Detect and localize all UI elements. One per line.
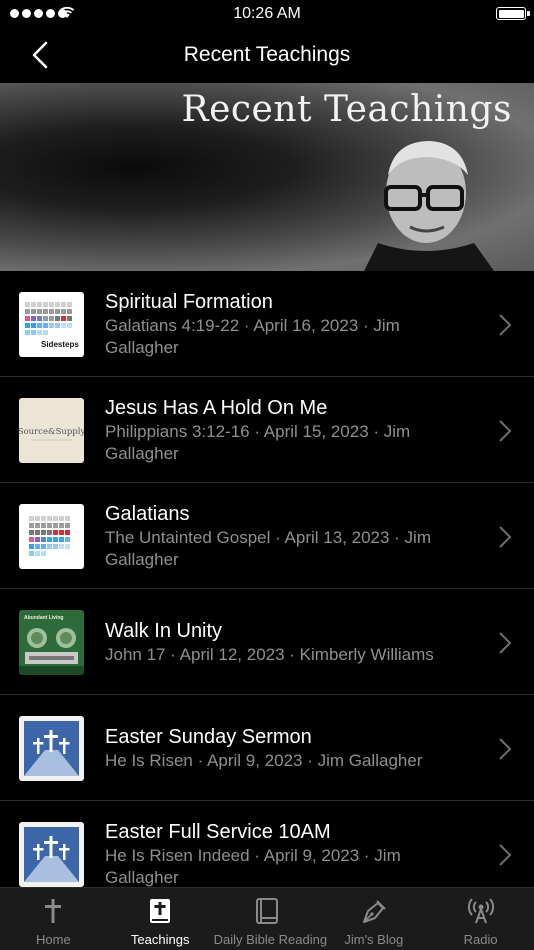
source-supply-graphic: Source&Supply: [19, 427, 84, 441]
list-item[interactable]: Galatians The Untainted Gospel · April 1…: [0, 483, 534, 589]
banner-title: Recent Teachings: [181, 89, 512, 130]
galatians-graphic: [29, 516, 70, 556]
chevron-right-icon: [499, 844, 512, 866]
item-subtitle: Philippians 3:12-16 · April 15, 2023 · J…: [105, 422, 411, 463]
item-title: Galatians: [105, 503, 190, 525]
abundant-living-graphic: Abundant Living: [19, 615, 84, 675]
item-title: Easter Full Service 10AM: [105, 821, 331, 843]
item-title: Walk In Unity: [105, 620, 223, 642]
list-item[interactable]: Easter Sunday Sermon He Is Risen · April…: [0, 695, 534, 801]
tab-bar: Home Teachings Daily Bible Reading Jim's…: [0, 887, 534, 950]
easter-artwork: [19, 716, 84, 781]
navigation-bar: Recent Teachings: [0, 28, 534, 83]
list-item[interactable]: Abundant Living Walk In Unity John 17 · …: [0, 589, 534, 695]
item-subtitle: Galatians 4:19-22 · April 16, 2023 · Jim…: [105, 316, 400, 357]
tab-radio[interactable]: Radio: [427, 888, 534, 950]
item-title: Easter Sunday Sermon: [105, 726, 312, 748]
item-subtitle: John 17 · April 12, 2023 · Kimberly Will…: [105, 645, 434, 664]
easter-crosses-graphic: [24, 827, 79, 882]
tab-daily-bible-reading[interactable]: Daily Bible Reading: [213, 888, 328, 950]
item-subtitle: The Untainted Gospel · April 13, 2023 · …: [105, 528, 431, 569]
item-title: Spiritual Formation: [105, 291, 273, 313]
pen-icon: [362, 900, 386, 923]
thumb-label: Source&Supply: [19, 427, 84, 437]
source-supply-artwork: Source&Supply: [19, 398, 84, 463]
chevron-right-icon: [499, 314, 512, 336]
tab-label: Teachings: [130, 932, 190, 947]
easter-artwork: [19, 822, 84, 887]
tab-label: Jim's Blog: [344, 932, 404, 947]
tab-home[interactable]: Home: [0, 888, 107, 950]
chevron-right-icon: [499, 738, 512, 760]
bible-icon: [150, 899, 171, 923]
speaker-portrait: [364, 141, 494, 271]
list-item[interactable]: Sidesteps Spiritual Formation Galatians …: [0, 271, 534, 377]
item-title: Jesus Has A Hold On Me: [105, 397, 328, 419]
easter-crosses-graphic: [24, 721, 79, 776]
book-icon: [255, 898, 278, 924]
list-item[interactable]: Source&Supply Jesus Has A Hold On Me Phi…: [0, 377, 534, 483]
teaching-list: Sidesteps Spiritual Formation Galatians …: [0, 271, 534, 887]
tab-label: Home: [36, 932, 71, 947]
galatians-artwork: [19, 504, 84, 569]
tab-label: Radio: [463, 932, 498, 947]
battery-icon: [496, 7, 530, 20]
chevron-right-icon: [499, 632, 512, 654]
thumb-label: Sidesteps: [41, 340, 79, 349]
sidesteps-graphic: Sidesteps: [25, 302, 79, 349]
radio-icon: [467, 898, 494, 924]
thumb-label: Abundant Living: [24, 615, 63, 621]
tab-jims-blog[interactable]: Jim's Blog: [320, 888, 427, 950]
abundant-living-artwork: Abundant Living: [19, 610, 84, 675]
status-time: 10:26 AM: [233, 5, 301, 22]
page-title: Recent Teachings: [183, 43, 351, 66]
status-bar: 10:26 AM: [0, 0, 534, 28]
list-item[interactable]: Easter Full Service 10AM He Is Risen Ind…: [0, 801, 534, 887]
item-subtitle: He Is Risen · April 9, 2023 · Jim Gallag…: [105, 751, 423, 770]
header-banner: Recent Teachings: [0, 83, 534, 271]
chevron-right-icon: [499, 526, 512, 548]
chevron-right-icon: [499, 420, 512, 442]
item-subtitle: He Is Risen Indeed · April 9, 2023 · Jim…: [105, 846, 401, 887]
sidesteps-artwork: Sidesteps: [19, 292, 84, 357]
tab-label: Daily Bible Reading: [213, 932, 328, 947]
tab-teachings[interactable]: Teachings: [107, 888, 214, 950]
cross-icon: [45, 899, 62, 923]
